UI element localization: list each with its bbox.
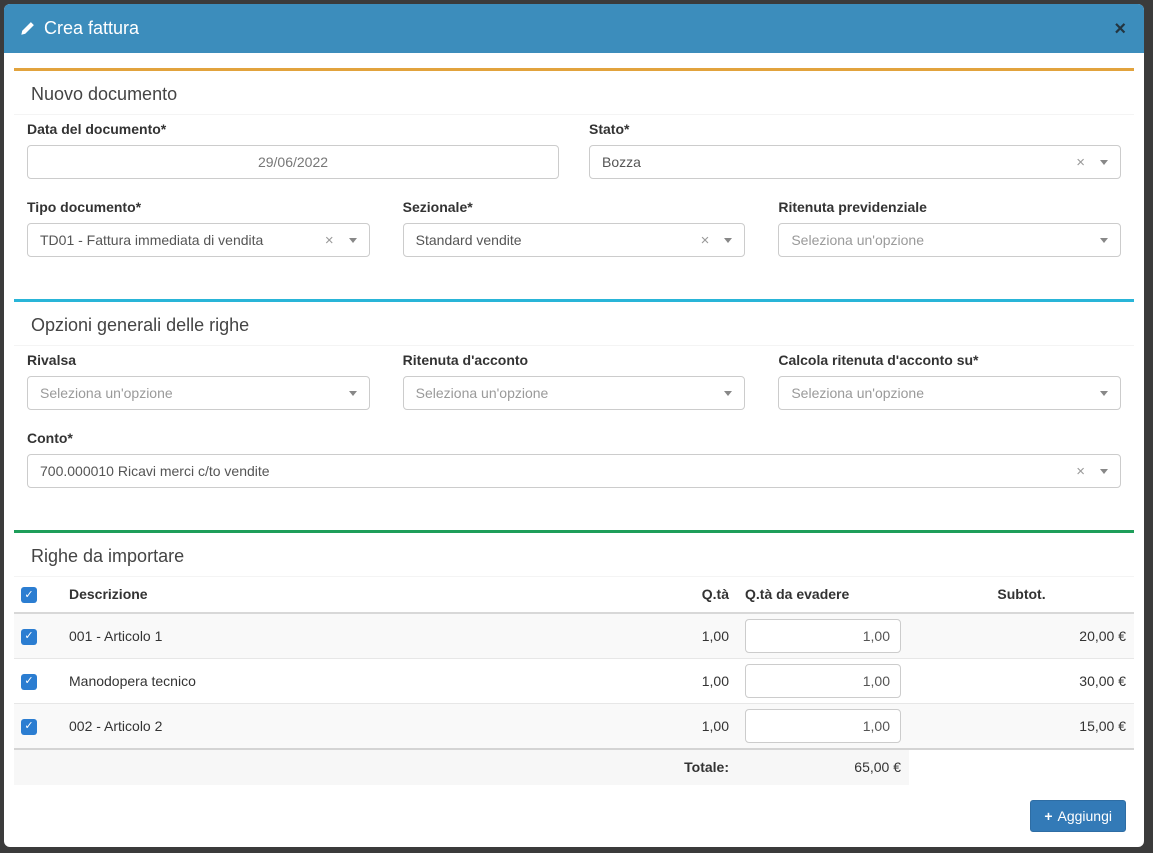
row-subtot: 15,00 € xyxy=(909,704,1134,750)
modal-body: Nuovo documento Data del documento* Stat… xyxy=(4,53,1144,847)
tipo-documento-value: TD01 - Fattura immediata di vendita xyxy=(40,232,317,248)
modal-title: Crea fattura xyxy=(44,18,139,39)
aggiungi-button[interactable]: + Aggiungi xyxy=(1030,800,1126,832)
clear-icon[interactable]: × xyxy=(1076,464,1085,479)
close-icon[interactable]: × xyxy=(1112,19,1128,39)
plus-icon: + xyxy=(1044,808,1052,824)
calcola-ritenuta-placeholder: Seleziona un'opzione xyxy=(791,385,1100,401)
row-descrizione: 001 - Articolo 1 xyxy=(61,613,667,659)
data-documento-label: Data del documento* xyxy=(27,120,559,139)
modal-header: Crea fattura × xyxy=(4,4,1144,53)
col-header-qta: Q.tà xyxy=(667,577,737,613)
chevron-down-icon xyxy=(349,391,357,396)
row-qta: 1,00 xyxy=(667,659,737,704)
select-all-checkbox[interactable]: ✓ xyxy=(21,587,37,603)
total-label: Totale: xyxy=(14,749,737,785)
ritenuta-acconto-select[interactable]: Seleziona un'opzione xyxy=(403,376,746,410)
ritenuta-acconto-label: Ritenuta d'acconto xyxy=(403,351,746,370)
rivalsa-placeholder: Seleziona un'opzione xyxy=(40,385,349,401)
qta-evadere-input[interactable] xyxy=(745,709,901,743)
field-ritenuta-acconto: Ritenuta d'acconto Seleziona un'opzione xyxy=(403,351,746,410)
section-body-nuovo-documento: Data del documento* Stato* Bozza × xyxy=(14,115,1134,273)
section-title-opzioni-righe: Opzioni generali delle righe xyxy=(14,302,1134,346)
col-header-descrizione: Descrizione xyxy=(61,577,667,613)
row-qta: 1,00 xyxy=(667,613,737,659)
conto-label: Conto* xyxy=(27,429,1121,448)
rivalsa-label: Rivalsa xyxy=(27,351,370,370)
section-righe-importare: Righe da importare ✓ Descrizione xyxy=(14,530,1134,785)
row-subtot: 30,00 € xyxy=(909,659,1134,704)
ritenuta-previdenziale-select[interactable]: Seleziona un'opzione xyxy=(778,223,1121,257)
chevron-down-icon xyxy=(1100,391,1108,396)
chevron-down-icon xyxy=(1100,238,1108,243)
row-subtot: 20,00 € xyxy=(909,613,1134,659)
tipo-documento-select[interactable]: TD01 - Fattura immediata di vendita × xyxy=(27,223,370,257)
ritenuta-previdenziale-placeholder: Seleziona un'opzione xyxy=(791,232,1100,248)
sezionale-value: Standard vendite xyxy=(416,232,693,248)
righe-table: ✓ Descrizione Q.tà Q.tà da evadere Subto… xyxy=(14,577,1134,785)
qta-evadere-input[interactable] xyxy=(745,619,901,653)
rivalsa-select[interactable]: Seleziona un'opzione xyxy=(27,376,370,410)
field-ritenuta-previdenziale: Ritenuta previdenziale Seleziona un'opzi… xyxy=(778,198,1121,257)
stato-value: Bozza xyxy=(602,154,1068,170)
table-header-row: ✓ Descrizione Q.tà Q.tà da evadere Subto… xyxy=(14,577,1134,613)
field-tipo-documento: Tipo documento* TD01 - Fattura immediata… xyxy=(27,198,370,257)
section-title-nuovo-documento: Nuovo documento xyxy=(14,71,1134,115)
row-descrizione: Manodopera tecnico xyxy=(61,659,667,704)
tipo-documento-label: Tipo documento* xyxy=(27,198,370,217)
check-icon: ✓ xyxy=(24,631,33,642)
ritenuta-acconto-placeholder: Seleziona un'opzione xyxy=(416,385,725,401)
chevron-down-icon xyxy=(724,238,732,243)
clear-icon[interactable]: × xyxy=(1076,155,1085,170)
data-documento-input[interactable] xyxy=(27,145,559,179)
total-value: 65,00 € xyxy=(737,749,909,785)
stato-label: Stato* xyxy=(589,120,1121,139)
chevron-down-icon xyxy=(1100,160,1108,165)
col-header-qta-evadere: Q.tà da evadere xyxy=(737,577,909,613)
row-checkbox[interactable]: ✓ xyxy=(21,719,37,735)
sezionale-label: Sezionale* xyxy=(403,198,746,217)
row-descrizione: 002 - Articolo 2 xyxy=(61,704,667,750)
col-header-subtot: Subtot. xyxy=(909,577,1134,613)
row-qta: 1,00 xyxy=(667,704,737,750)
crea-fattura-modal: Crea fattura × Nuovo documento Data del … xyxy=(4,4,1144,847)
field-stato: Stato* Bozza × xyxy=(589,120,1121,179)
check-icon: ✓ xyxy=(24,590,33,601)
modal-backdrop: Crea fattura × Nuovo documento Data del … xyxy=(0,0,1153,853)
field-calcola-ritenuta: Calcola ritenuta d'acconto su* Seleziona… xyxy=(778,351,1121,410)
check-icon: ✓ xyxy=(24,676,33,687)
pencil-icon xyxy=(20,21,35,36)
clear-icon[interactable]: × xyxy=(701,233,710,248)
calcola-ritenuta-label: Calcola ritenuta d'acconto su* xyxy=(778,351,1121,370)
calcola-ritenuta-select[interactable]: Seleziona un'opzione xyxy=(778,376,1121,410)
chevron-down-icon xyxy=(1100,469,1108,474)
section-opzioni-righe: Opzioni generali delle righe Rivalsa Sel… xyxy=(14,299,1134,504)
conto-select[interactable]: 700.000010 Ricavi merci c/to vendite × xyxy=(27,454,1121,488)
row-checkbox[interactable]: ✓ xyxy=(21,674,37,690)
clear-icon[interactable]: × xyxy=(325,233,334,248)
modal-actions: + Aggiungi xyxy=(14,785,1134,841)
table-row: ✓ 001 - Articolo 1 1,00 20,00 € xyxy=(14,613,1134,659)
aggiungi-label: Aggiungi xyxy=(1058,808,1113,824)
table-row: ✓ Manodopera tecnico 1,00 30,00 € xyxy=(14,659,1134,704)
table-row: ✓ 002 - Articolo 2 1,00 15,00 € xyxy=(14,704,1134,750)
section-title-righe-importare: Righe da importare xyxy=(14,533,1134,577)
field-data-documento: Data del documento* xyxy=(27,120,559,179)
section-body-opzioni-righe: Rivalsa Seleziona un'opzione Ritenuta d'… xyxy=(14,346,1134,504)
qta-evadere-input[interactable] xyxy=(745,664,901,698)
chevron-down-icon xyxy=(349,238,357,243)
row-checkbox[interactable]: ✓ xyxy=(21,629,37,645)
stato-select[interactable]: Bozza × xyxy=(589,145,1121,179)
chevron-down-icon xyxy=(724,391,732,396)
conto-value: 700.000010 Ricavi merci c/to vendite xyxy=(40,463,1068,479)
section-nuovo-documento: Nuovo documento Data del documento* Stat… xyxy=(14,68,1134,273)
field-sezionale: Sezionale* Standard vendite × xyxy=(403,198,746,257)
ritenuta-previdenziale-label: Ritenuta previdenziale xyxy=(778,198,1121,217)
check-icon: ✓ xyxy=(24,721,33,732)
field-rivalsa: Rivalsa Seleziona un'opzione xyxy=(27,351,370,410)
sezionale-select[interactable]: Standard vendite × xyxy=(403,223,746,257)
table-total-row: Totale: 65,00 € xyxy=(14,749,1134,785)
field-conto: Conto* 700.000010 Ricavi merci c/to vend… xyxy=(27,429,1121,488)
